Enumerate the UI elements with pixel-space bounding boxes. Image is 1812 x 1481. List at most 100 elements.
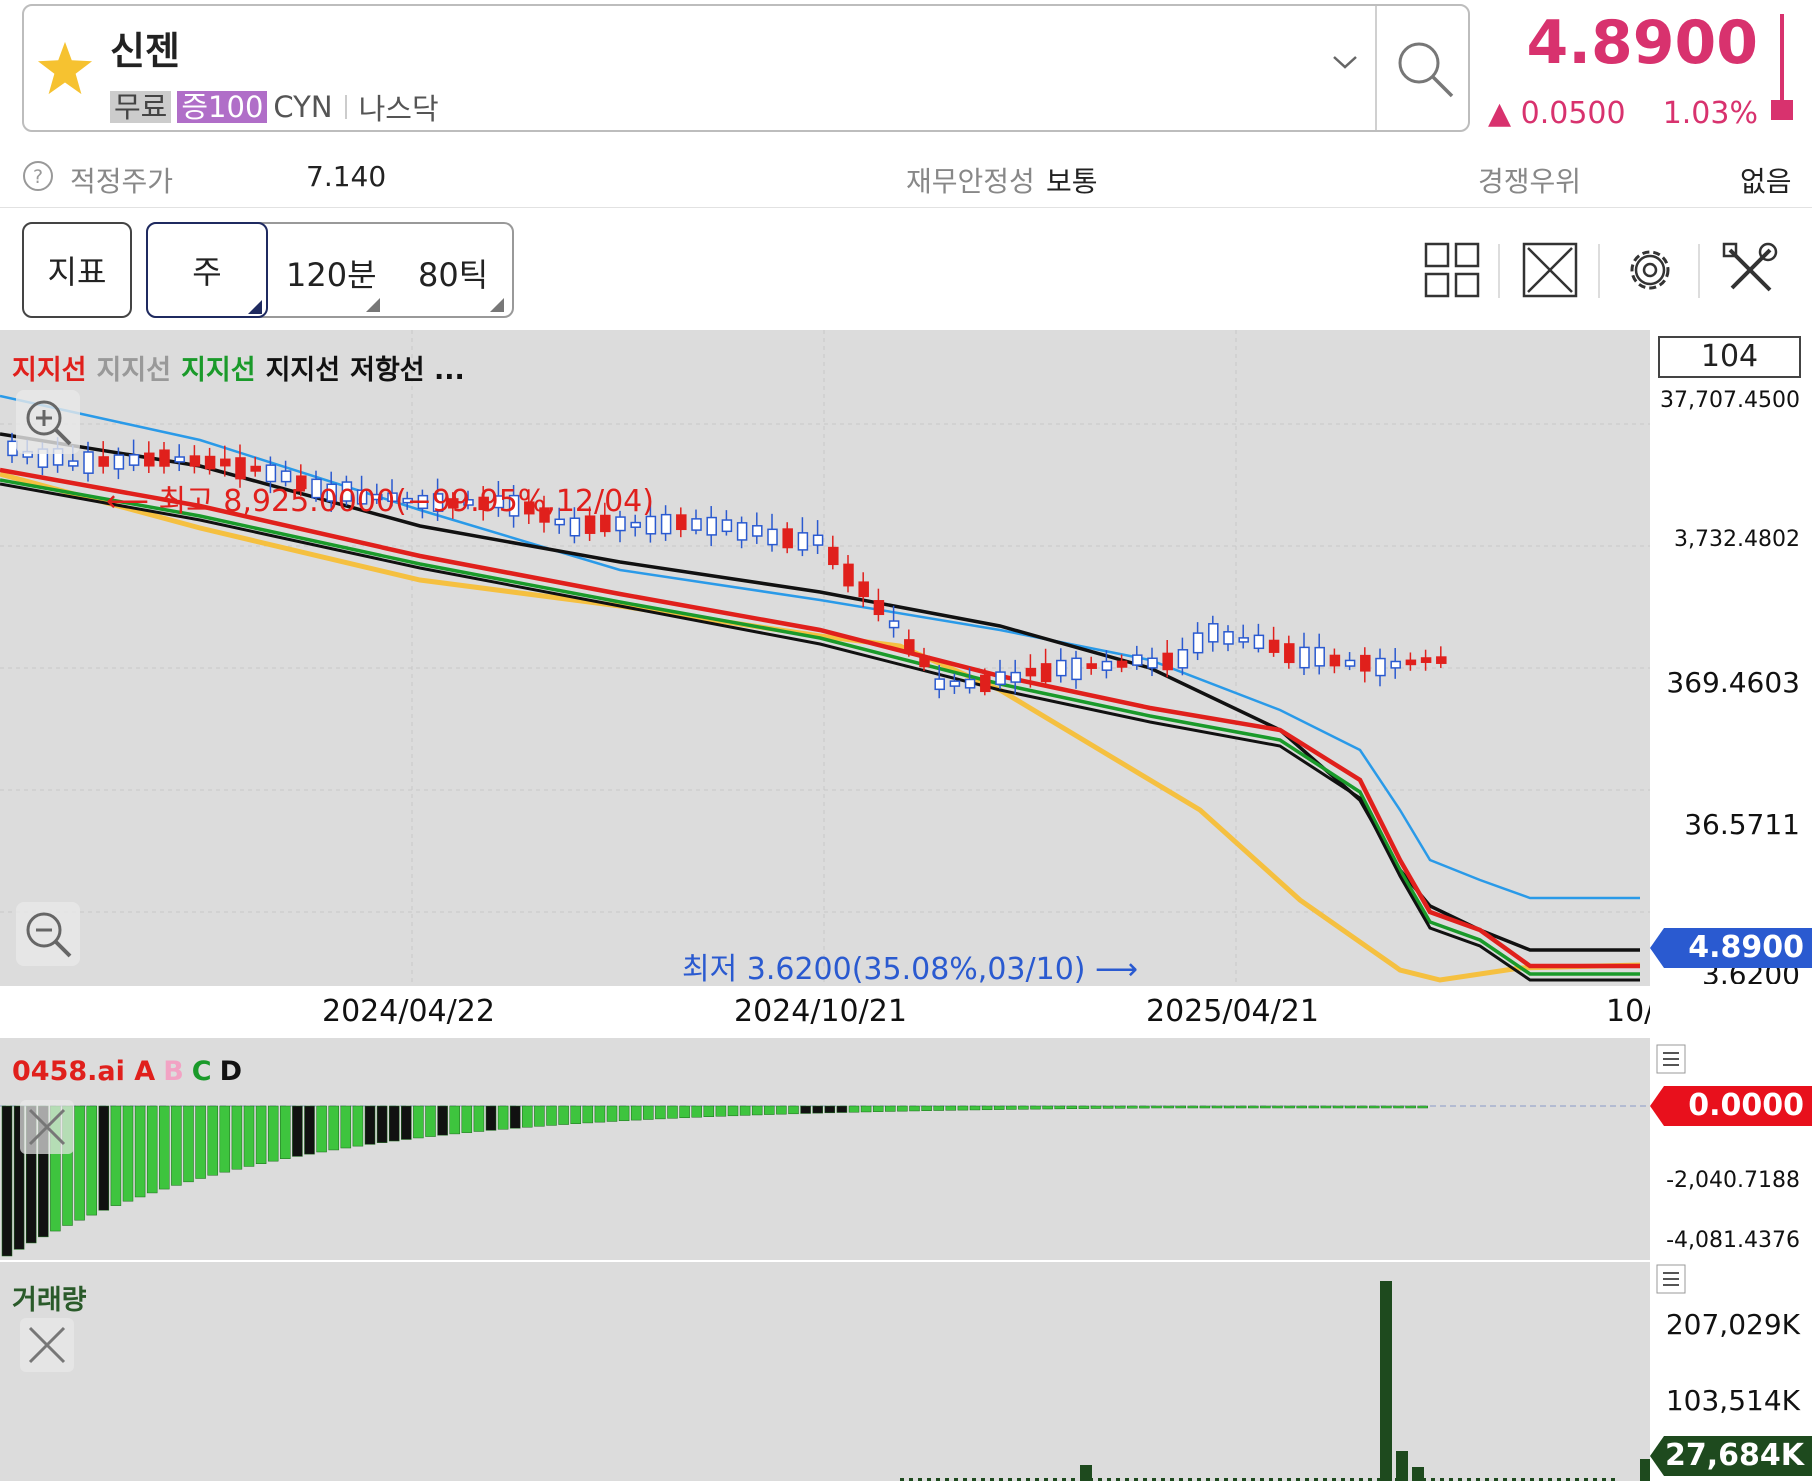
indicator-bar bbox=[921, 1105, 932, 1111]
layout-grid-icon[interactable] bbox=[1420, 238, 1484, 302]
indicator-bar bbox=[1006, 1105, 1017, 1110]
indicator-bar bbox=[727, 1105, 739, 1117]
indicator-bar bbox=[267, 1105, 279, 1162]
indicator-bar bbox=[485, 1105, 497, 1131]
toolbar-divider bbox=[1498, 244, 1500, 298]
indicator-bar bbox=[872, 1105, 884, 1112]
indicator-bar bbox=[969, 1105, 981, 1111]
indicator-bar bbox=[1356, 1105, 1368, 1109]
period-80tick-button[interactable]: 80틱 bbox=[418, 250, 488, 296]
legend-resistance: 저항선 ... bbox=[350, 355, 465, 386]
volume-axis-label: 207,029K bbox=[1665, 1308, 1800, 1341]
indicator-bar bbox=[534, 1105, 545, 1127]
fair-price-label: 적정주가 bbox=[70, 165, 174, 198]
indicator-bar bbox=[243, 1105, 255, 1167]
candle-body bbox=[797, 532, 809, 551]
candle-body bbox=[828, 546, 839, 566]
indicator-bar bbox=[146, 1105, 158, 1194]
favorite-star-icon[interactable] bbox=[36, 40, 94, 96]
indicator-chart[interactable] bbox=[0, 1038, 1650, 1260]
indicator-legend-b: B bbox=[163, 1056, 184, 1087]
candle-count-box[interactable]: 104 bbox=[1658, 336, 1801, 378]
toolbar-divider bbox=[1598, 244, 1600, 298]
candle-body bbox=[919, 655, 930, 668]
zoom-in-icon[interactable] bbox=[16, 390, 80, 454]
volume-bar bbox=[1380, 1281, 1392, 1481]
tools-icon[interactable] bbox=[1718, 238, 1782, 302]
volume-chart[interactable] bbox=[0, 1262, 1650, 1481]
date-label: 2024/10/21 bbox=[734, 994, 907, 1029]
candle-body bbox=[888, 620, 900, 629]
indicator-bar bbox=[739, 1105, 751, 1116]
search-divider bbox=[1375, 6, 1377, 130]
candle-body bbox=[1025, 667, 1037, 677]
candle-body bbox=[159, 449, 170, 467]
moving-average-line bbox=[0, 394, 1640, 900]
indicator-bar bbox=[1, 1105, 13, 1257]
indicator-bar bbox=[159, 1105, 170, 1190]
help-icon[interactable]: ? bbox=[22, 160, 54, 192]
indicator-bar bbox=[655, 1105, 666, 1120]
indicator-axis-label: -2,040.7188 bbox=[1666, 1168, 1800, 1193]
stock-tags: 무료 증100 CYN 나스닥 bbox=[110, 86, 439, 128]
indicator-bar bbox=[691, 1105, 702, 1118]
indicator-bar bbox=[1272, 1105, 1283, 1109]
candle-body bbox=[1040, 663, 1052, 683]
indicator-bar bbox=[630, 1105, 642, 1121]
legend-support-4: 지지선 bbox=[265, 355, 341, 386]
indicator-bar bbox=[280, 1105, 291, 1159]
tick-dropdown-marker bbox=[490, 298, 504, 312]
indicator-bar bbox=[957, 1105, 969, 1111]
price-change: ▲ 0.0500 bbox=[1488, 96, 1626, 131]
indicator-bar bbox=[219, 1105, 231, 1173]
indicator-bar bbox=[1344, 1105, 1356, 1109]
indicator-bar bbox=[1030, 1105, 1041, 1110]
indicator-button[interactable]: 지표 bbox=[22, 222, 132, 318]
high-price-text: 최고 8,925.0000(−99.95%,12/04) bbox=[158, 484, 654, 519]
indicator-bar bbox=[800, 1105, 811, 1114]
candle-body bbox=[1147, 657, 1158, 669]
week-dropdown-marker bbox=[248, 300, 262, 314]
indicator-bar bbox=[364, 1105, 376, 1145]
indicator-bar bbox=[558, 1105, 569, 1125]
candle-body bbox=[964, 678, 976, 689]
high-price-annotation: ⟵ 최고 8,925.0000(−99.95%,12/04) bbox=[106, 476, 654, 520]
chevron-down-icon[interactable] bbox=[1330, 52, 1360, 72]
indicator-bar bbox=[1320, 1105, 1332, 1109]
search-icon[interactable] bbox=[1392, 36, 1458, 102]
legend-support-1: 지지선 bbox=[12, 355, 87, 386]
date-label: 2025/04/21 bbox=[1146, 994, 1319, 1029]
expand-icon[interactable] bbox=[1518, 238, 1582, 302]
price-chart[interactable] bbox=[0, 330, 1650, 986]
indicator-bar bbox=[376, 1105, 388, 1143]
candle-body bbox=[873, 600, 885, 616]
indicator-bar bbox=[1381, 1105, 1392, 1109]
market-name: 나스닥 bbox=[358, 92, 439, 126]
zoom-out-icon[interactable] bbox=[16, 902, 80, 966]
candle-body bbox=[174, 456, 185, 463]
indicator-bar bbox=[1078, 1105, 1090, 1109]
price-range-bar bbox=[1780, 14, 1784, 110]
indicator-bar bbox=[1332, 1105, 1344, 1109]
indicator-bar bbox=[195, 1105, 206, 1179]
indicator-bar bbox=[98, 1105, 110, 1211]
indicator-menu-icon[interactable] bbox=[1656, 1044, 1686, 1074]
price-range-marker bbox=[1771, 100, 1793, 120]
candle-body bbox=[752, 525, 763, 537]
indicator-bar bbox=[582, 1105, 594, 1124]
indicator-bar bbox=[776, 1105, 787, 1115]
settings-gear-icon[interactable] bbox=[1618, 238, 1682, 302]
candle-body bbox=[1253, 634, 1265, 650]
indicator-bar bbox=[1163, 1105, 1174, 1109]
candle-body bbox=[113, 454, 125, 470]
indicator-bar bbox=[1211, 1105, 1223, 1109]
candle-body bbox=[736, 522, 748, 541]
period-120min-button[interactable]: 120분 bbox=[286, 250, 377, 296]
indicator-bar bbox=[933, 1105, 944, 1111]
close-volume-icon[interactable] bbox=[20, 1318, 74, 1372]
volume-axis-label: 103,514K bbox=[1665, 1384, 1800, 1417]
close-indicator-icon[interactable] bbox=[20, 1100, 74, 1154]
indicator-bar bbox=[1066, 1105, 1078, 1109]
volume-menu-icon[interactable] bbox=[1656, 1264, 1686, 1294]
candle-body bbox=[1010, 671, 1021, 683]
